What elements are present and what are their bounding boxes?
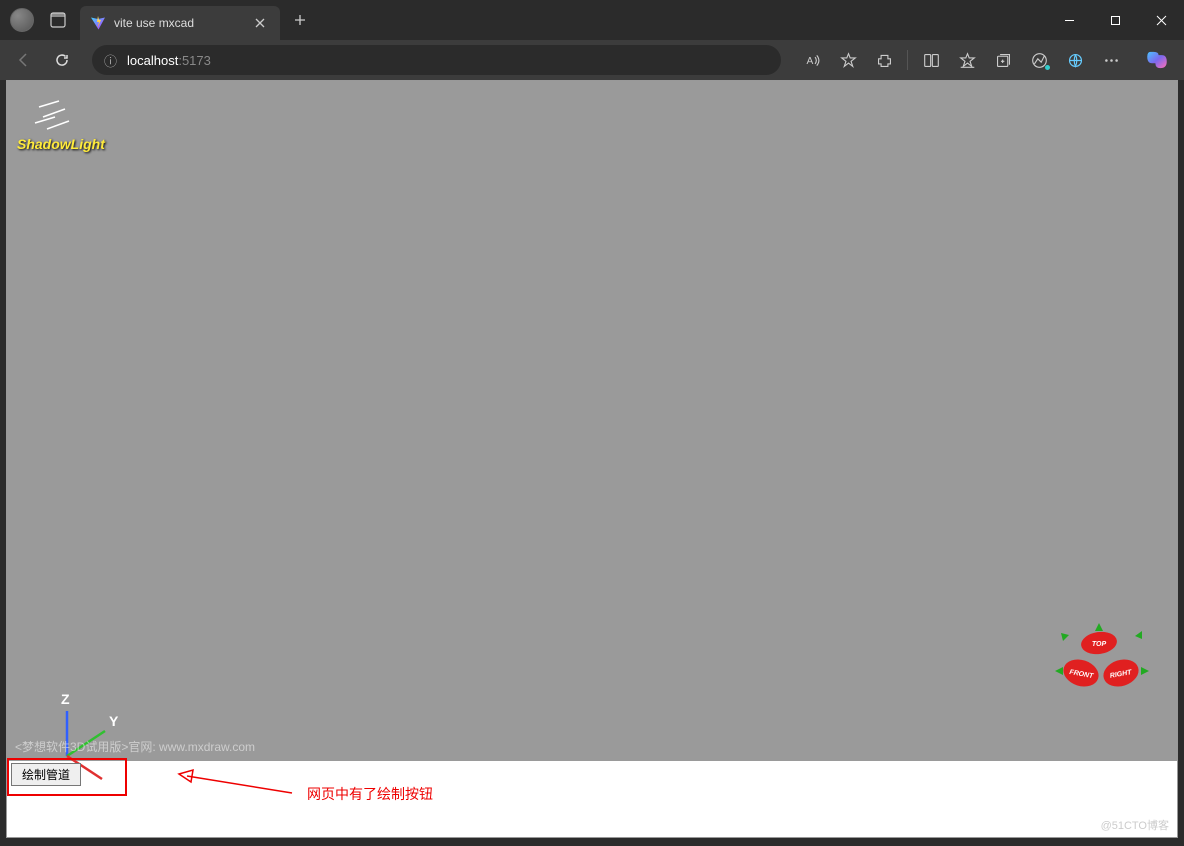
canvas-watermark: <梦想软件3D试用版>官网: www.mxdraw.com <box>15 738 255 755</box>
tab-title: vite use mxcad <box>114 16 250 30</box>
split-screen-icon[interactable] <box>914 44 948 76</box>
read-aloud-icon[interactable]: A <box>795 44 829 76</box>
address-bar[interactable]: ⓘ localhost:5173 <box>92 45 781 75</box>
shadow-light-icon <box>31 99 81 134</box>
annotation-text: 网页中有了绘制按钮 <box>307 784 433 804</box>
info-icon[interactable]: ⓘ <box>104 51 117 70</box>
shadow-light-label: ShadowLight <box>17 136 105 152</box>
view-cube[interactable]: TOP FRONT RIGHT <box>1047 621 1147 721</box>
footer-watermark: @51CTO博客 <box>1101 817 1169 833</box>
page-content: ShadowLight Z Y X TOP FRONT <box>6 80 1178 838</box>
tab-close-button[interactable] <box>250 13 270 33</box>
copilot-icon[interactable] <box>1138 41 1176 79</box>
url-host: localhost <box>127 53 178 68</box>
browser-titlebar: vite use mxcad <box>0 0 1184 40</box>
browser-essentials-icon[interactable] <box>1058 44 1092 76</box>
svg-text:A: A <box>806 55 813 66</box>
new-tab-button[interactable] <box>286 6 314 34</box>
axis-y-label: Y <box>109 713 118 729</box>
extensions-icon[interactable] <box>867 44 901 76</box>
axis-x-label: X <box>109 769 118 785</box>
tab-overview-button[interactable] <box>44 6 72 34</box>
more-icon[interactable] <box>1094 44 1128 76</box>
toolbar-actions: A <box>795 44 1128 76</box>
vite-favicon-icon <box>90 15 106 31</box>
axis-z-label: Z <box>61 691 70 707</box>
window-controls <box>1046 0 1184 40</box>
maximize-button[interactable] <box>1092 0 1138 40</box>
favorites-icon[interactable] <box>950 44 984 76</box>
browser-toolbar: ⓘ localhost:5173 A <box>0 40 1184 80</box>
profile-icon[interactable] <box>10 8 34 32</box>
star-icon[interactable] <box>831 44 865 76</box>
minimize-button[interactable] <box>1046 0 1092 40</box>
annotation-arrow-icon <box>177 768 297 798</box>
draw-pipe-button[interactable]: 绘制管道 <box>11 763 81 786</box>
cad-canvas[interactable]: ShadowLight Z Y X TOP FRONT <box>7 81 1177 761</box>
browser-tab[interactable]: vite use mxcad <box>80 6 280 40</box>
toolbar-separator <box>907 50 908 70</box>
url-port: :5173 <box>178 53 211 68</box>
svg-text:TOP: TOP <box>1092 641 1107 648</box>
back-button[interactable] <box>8 44 40 76</box>
collections-icon[interactable] <box>986 44 1020 76</box>
refresh-button[interactable] <box>46 44 78 76</box>
close-button[interactable] <box>1138 0 1184 40</box>
performance-icon[interactable] <box>1022 44 1056 76</box>
